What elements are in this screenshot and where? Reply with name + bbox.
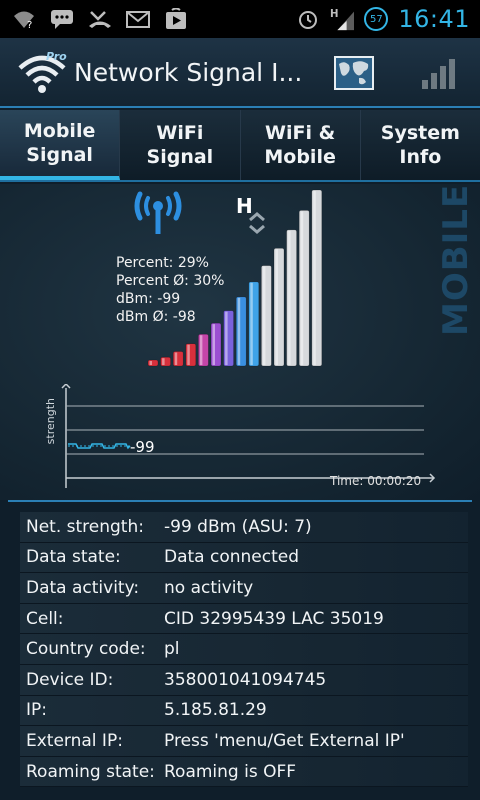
info-label: Country code: (26, 639, 146, 660)
signal-bar (311, 189, 323, 367)
signal-bar-highlight (250, 282, 253, 365)
map-icon (334, 56, 374, 90)
info-row-device-id: Device ID: 358001041094745 (20, 664, 468, 696)
title-bar: Pro Network Signal I... (0, 38, 480, 108)
svg-text:H: H (330, 9, 339, 20)
info-list: Net. strength: -99 dBm (ASU: 7) Data stat… (20, 512, 468, 788)
info-value: 358001041094745 (164, 669, 327, 690)
info-value: pl (164, 639, 180, 660)
email-icon (126, 8, 150, 30)
signal-bar (198, 333, 209, 367)
info-value: Data connected (164, 547, 300, 568)
signal-bar-highlight (262, 266, 266, 365)
divider (8, 500, 472, 502)
signal-bar-highlight (212, 324, 215, 365)
hspa-signal-icon: H (330, 8, 355, 31)
signal-bar (172, 351, 184, 367)
info-value: no activity (164, 577, 254, 598)
signal-bar-highlight (174, 352, 178, 365)
info-row-data-state: Data state: Data connected (20, 542, 468, 574)
app-title: Network Signal I... (74, 57, 303, 87)
tab-mobile-signal[interactable]: Mobile Signal (0, 110, 121, 180)
info-value: CID 32995439 LAC 35019 (164, 608, 384, 629)
signal-bar (261, 265, 272, 367)
info-label: Data state: (26, 547, 121, 568)
info-label: Net. strength: (26, 516, 144, 537)
map-button[interactable] (334, 56, 374, 90)
info-row-cell: Cell: CID 32995439 LAC 35019 (20, 603, 468, 635)
signal-bar-highlight (199, 335, 203, 365)
signal-bar-highlight (225, 311, 228, 365)
mobile-side-label: MOBILE (436, 183, 476, 337)
signal-menu-button[interactable] (418, 56, 458, 90)
signal-bar-highlight (288, 230, 291, 365)
tab-bar: Mobile Signal WiFi Signal WiFi & Mobile … (0, 110, 480, 182)
missed-call-icon (88, 8, 112, 30)
info-label: External IP: (26, 730, 123, 751)
svg-text:?: ? (27, 20, 32, 29)
signal-bar-highlight (275, 249, 278, 365)
tab-wifi-and-mobile[interactable]: WiFi & Mobile (240, 110, 361, 180)
info-label: Device ID: (26, 669, 114, 690)
info-label: IP: (26, 700, 47, 721)
info-value: Press 'menu/Get External IP' (164, 730, 405, 751)
info-row-country-code: Country code: pl (20, 634, 468, 665)
sms-icon (50, 8, 74, 30)
clock: 16:41 (398, 5, 470, 33)
graph-time-label: Time: 00:00:20 (330, 474, 422, 488)
battery-icon: 57 (364, 7, 389, 31)
info-value: Roaming is OFF (164, 761, 297, 782)
status-bar: ? H 57 16:41 (0, 0, 480, 38)
graph-current-value: -99 (130, 438, 155, 456)
signal-bar-highlight (162, 358, 165, 365)
wifi-question-icon: ? (12, 8, 36, 30)
info-label: Cell: (26, 608, 64, 629)
signal-bar-highlight (187, 344, 190, 365)
tab-wifi-signal[interactable]: WiFi Signal (120, 110, 241, 180)
info-row-roaming-state: Roaming state: Roaming is OFF (20, 756, 468, 788)
signal-bar-highlight (300, 211, 304, 365)
graph-y-label: strength (44, 398, 57, 445)
signal-strength-bars (147, 189, 323, 367)
info-row-external-ip[interactable]: External IP: Press 'menu/Get External IP' (20, 726, 468, 757)
play-store-icon (164, 8, 188, 30)
info-value: 5.185.81.29 (164, 700, 267, 721)
signal-bar-highlight (237, 297, 241, 365)
signal-bars-icon (422, 59, 455, 89)
app-icon: Pro (16, 46, 68, 98)
info-label: Roaming state: (26, 761, 155, 782)
signal-bar-highlight (149, 361, 152, 365)
info-value: -99 dBm (ASU: 7) (164, 516, 312, 537)
info-label: Data activity: (26, 577, 140, 598)
signal-bar-highlight (313, 191, 316, 365)
info-row-data-activity: Data activity: no activity (20, 573, 468, 604)
info-row-ip: IP: 5.185.81.29 (20, 695, 468, 727)
alarm-icon (296, 8, 320, 30)
tab-system-info[interactable]: System Info (360, 110, 480, 180)
info-row-net-strength: Net. strength: -99 dBm (ASU: 7) (20, 512, 468, 543)
app-badge: Pro (46, 50, 67, 63)
